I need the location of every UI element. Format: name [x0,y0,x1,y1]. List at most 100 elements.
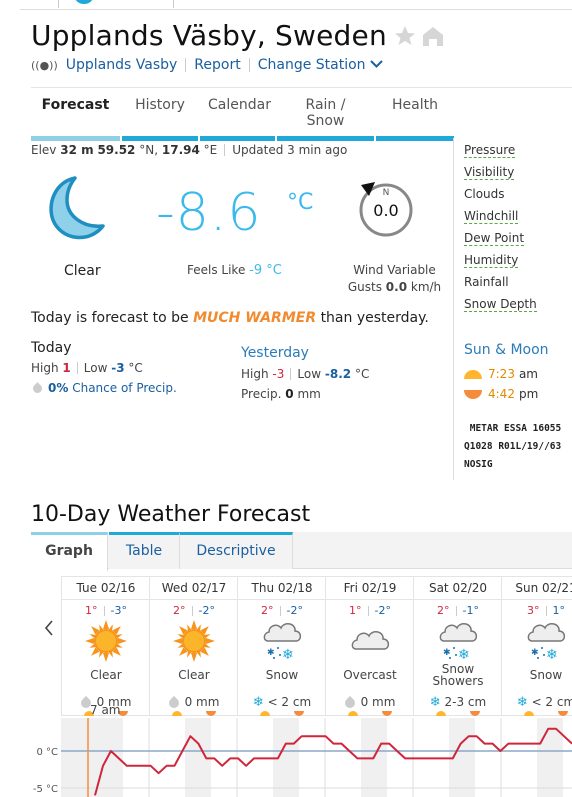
low-label: Low [297,367,322,381]
tab-forecast[interactable]: Forecast [31,95,120,141]
summary-suffix: than yesterday. [320,310,429,326]
forecast-day[interactable]: Fri 02/19 1° -2° Overcast 0 mm [325,577,414,716]
chevron-left-icon [44,620,53,636]
low-label: Low [83,361,108,375]
sidebar-item-pressure[interactable]: Pressure [464,142,537,164]
yesterday-heading[interactable]: Yesterday [241,345,309,361]
sidebar-item-label: Visibility [464,165,515,180]
tab-table[interactable]: Table [109,532,180,569]
unit: °C [128,361,143,375]
conditions-list: Pressure Visibility Clouds Windchill Dew Poi… [464,142,537,318]
lon-unit: °E [203,143,218,157]
sunset-time: 4:42 [488,387,515,401]
precip-amount: < 2 cm [267,695,312,709]
lat-value: 59.52 [97,143,136,157]
sidebar-item-snow-depth[interactable]: Snow Depth [464,296,537,318]
sidebar-item-clouds[interactable]: Clouds [464,186,537,208]
sunset-icon [464,389,482,399]
forecast-day[interactable]: Sat 02/20 2° -1° ✱ ❄ Snow Showers ❄ 2-3 cm [413,577,502,716]
sidebar-item-label: Rainfall [464,275,509,289]
change-station-link[interactable]: Change Station [258,57,383,73]
day-low: -2° [374,604,391,617]
temperature-line [94,727,572,796]
page-title: Upplands Väsby, Sweden [31,19,387,52]
tab-history[interactable]: History [122,95,198,141]
forecast-day[interactable]: Thu 02/18 2° -2° ✱ ❄ Snow ❄ < 2 cm [237,577,326,716]
day-precip: 0 mm [326,695,414,710]
precip-label: Precip. [241,387,282,401]
yesterday-precip: Precip. 0 mm [241,387,321,401]
sidebar-item-label: Snow Depth [464,297,537,312]
divider [20,9,572,10]
snow-icon: ✱ ❄ [524,619,568,663]
sun-moon-heading[interactable]: Sun & Moon [464,342,549,358]
tab-graph[interactable]: Graph [31,532,108,571]
precip-chance: 0% [48,381,69,395]
metar-text: METAR ESSA 16055 Q1028 R01L/19//63 NOSIG [464,423,562,470]
day-condition: Clear [90,668,122,682]
separator [545,606,547,616]
sunrise-icon [524,711,534,716]
day-low: -1° [462,604,479,617]
gusts-unit: km/h [410,280,442,294]
separator [103,606,105,616]
sidebar-item-humidity[interactable]: Humidity [464,252,537,274]
snowflake-icon: ❄ [516,695,528,710]
sidebar-item-visibility[interactable]: Visibility [464,164,537,186]
raindrop-icon [31,381,44,395]
temperature-unit[interactable]: °C [287,190,313,215]
favorite-star-icon[interactable] [393,24,417,48]
forecast-day[interactable]: Sun 02/21 3° 1° ✱ ❄ Snow ❄ < 2 cm [501,577,572,716]
sidebar-item-label: Pressure [464,143,516,158]
home-icon[interactable] [421,24,445,48]
current-tab-stub[interactable] [58,0,174,8]
svg-text:❄: ❄ [282,647,294,663]
svg-text:✱: ✱ [531,648,539,658]
station-link[interactable]: Upplands Vasby [66,57,178,73]
night-band [537,718,563,797]
report-link[interactable]: Report [194,57,240,73]
lon-value: 17.94 [161,143,200,157]
separator [248,58,250,72]
sidebar-item-rainfall[interactable]: Rainfall [464,274,537,296]
temperature-graph: 0 °C -5 °C [33,718,572,797]
tab-rain-snow[interactable]: Rain / Snow [277,95,374,141]
tab-descriptive[interactable]: Descriptive [180,532,293,569]
sunrise-time: 7:23 [488,367,515,381]
day-precip: 0 mm [150,695,238,710]
precip-amount: 0 mm [184,695,220,709]
precip-label[interactable]: Chance of Precip. [72,381,177,395]
now-marker-label: 7 am [90,703,121,717]
sunrise-icon [436,711,446,716]
forecast-day[interactable]: Wed 02/17 2° -2° Clear 0 mm [149,577,238,716]
day-high: 1° [349,604,362,617]
high-label: High [31,361,59,375]
high-label: High [241,367,269,381]
svg-text:❄: ❄ [546,647,558,663]
tab-calendar[interactable]: Calendar [200,95,275,141]
svg-text:❄: ❄ [458,647,470,663]
day-condition: Snow [529,668,563,682]
moon-icon [49,176,105,240]
precip-value: 0 [285,387,294,401]
forecast-summary: Today is forecast to be MUCH WARMER than… [31,310,429,326]
sunrise-icon [172,711,182,716]
sidebar-item-dew-point[interactable]: Dew Point [464,230,537,252]
sunrise-icon [348,711,358,716]
tab-health[interactable]: Health [376,95,454,141]
day-low: -3° [110,604,127,617]
sunset-row: 4:42 pm [464,387,538,401]
day-high: 3° [527,604,540,617]
forecast-day[interactable]: Tue 02/16 1° -3° Clear 0 mm [61,577,150,716]
day-high: 2° [437,604,450,617]
snow-icon: ✱ ❄ [436,619,480,663]
divider [31,87,572,88]
sunset-icon [382,711,392,716]
svg-text:✱: ✱ [443,648,451,658]
sidebar-item-windchill[interactable]: Windchill [464,208,537,230]
elev-value: 32 m [60,143,94,157]
cloud-icon [348,619,392,663]
gusts-value: 0.0 [385,280,408,294]
previous-days-button[interactable] [44,620,54,641]
station-signal-icon: ((●)) [31,58,58,72]
